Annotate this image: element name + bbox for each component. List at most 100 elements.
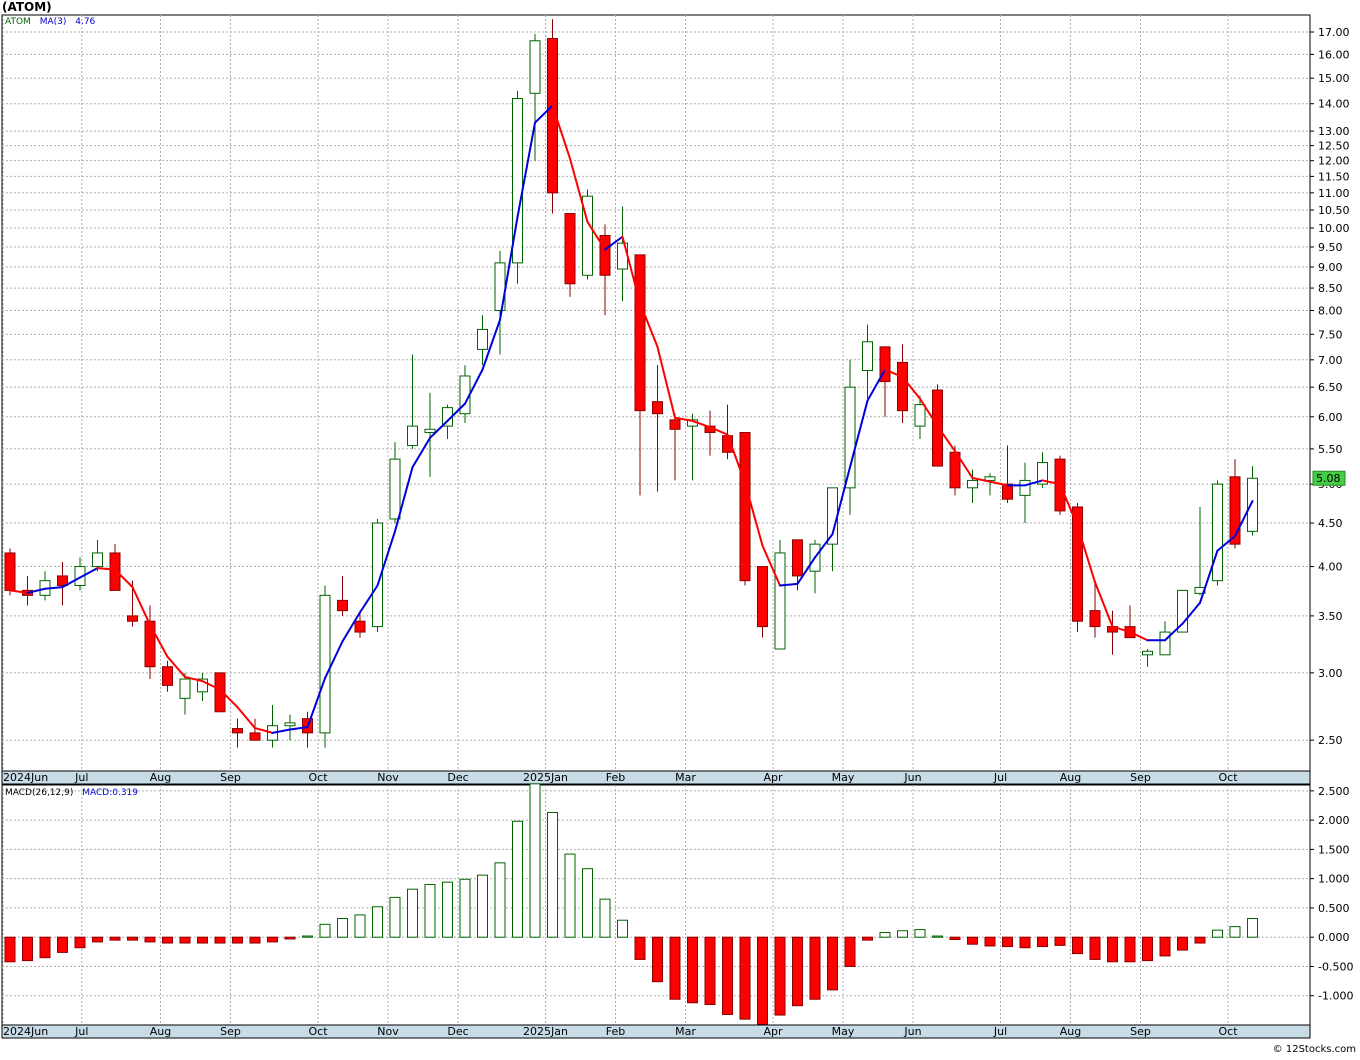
price-ytick-label: 9.00 — [1318, 261, 1343, 274]
month-label: May — [832, 771, 855, 784]
macd-bar-positive — [337, 917, 348, 938]
macd-bar-positive — [512, 820, 523, 938]
macd-bar-negative — [967, 936, 978, 945]
price-ytick-label: 7.00 — [1318, 354, 1343, 367]
macd-bar-negative — [774, 936, 786, 1016]
macd-bar-negative — [232, 936, 243, 944]
price-ytick-label: 10.00 — [1318, 222, 1350, 235]
month-label: Nov — [377, 771, 399, 784]
chart-title: (ATOM) — [2, 0, 52, 14]
candle-down — [932, 389, 943, 467]
candle-up — [407, 425, 418, 447]
candle-down — [652, 401, 663, 415]
candle-down — [897, 361, 908, 412]
month-label: Oct — [308, 771, 328, 784]
candle-up — [984, 476, 996, 481]
candle-up — [1159, 631, 1171, 656]
macd-bar-negative — [1142, 936, 1153, 962]
month-label: Aug — [150, 771, 171, 784]
candle-up — [477, 328, 488, 350]
month-label: Jul — [74, 771, 88, 784]
candle-up — [389, 458, 401, 520]
macd-bar-positive — [372, 906, 383, 938]
macd-ytick-label: 1.000 — [1318, 873, 1350, 886]
month-label: 2024Jun — [3, 771, 48, 784]
candle-up — [1142, 650, 1153, 656]
macd-bar-positive — [354, 914, 366, 938]
price-ytick-label: 6.00 — [1318, 411, 1343, 424]
macd-bar-negative — [249, 936, 261, 944]
macd-bar-positive — [442, 881, 453, 938]
macd-bar-negative — [1054, 936, 1066, 946]
macd-bar-positive — [914, 929, 926, 938]
candle-down — [162, 666, 173, 686]
svg-text:MACD(26,12,9) MACD:0.319: MACD(26,12,9) MACD:0.319 — [5, 788, 138, 798]
macd-bar-positive — [1229, 926, 1241, 938]
last-price-label: 5.08 — [1316, 472, 1341, 485]
legend-indicator: MA(3) — [40, 17, 67, 27]
macd-bar-positive — [389, 896, 401, 938]
macd-bar-negative — [704, 936, 716, 1006]
candle-up — [1247, 477, 1258, 532]
macd-bar-positive — [599, 898, 611, 938]
candle-down — [599, 234, 611, 276]
macd-bar-negative — [949, 936, 961, 941]
macd-bar-positive — [897, 930, 908, 938]
candle-down — [354, 620, 366, 633]
macd-bar-negative — [652, 936, 663, 983]
candle-down — [109, 552, 121, 591]
chart-root: (ATOM) 17.00 16.00 15.00 14.00 13.00 12.50 12.… — [0, 0, 1360, 1056]
candle-down — [669, 419, 681, 430]
month-label: Sep — [1130, 771, 1151, 784]
month-label: Jul — [74, 1025, 88, 1038]
macd-ytick-label: 0.000 — [1318, 931, 1350, 944]
month-label: Apr — [763, 771, 783, 784]
macd-bar-positive — [1247, 918, 1258, 938]
macd-bar-positive — [529, 783, 541, 938]
candle-down — [792, 539, 803, 577]
macd-bar-negative — [827, 936, 838, 991]
candle-down — [564, 213, 576, 285]
macd-bar-negative — [1194, 936, 1206, 944]
macd-ytick-label: 2.000 — [1318, 814, 1350, 827]
macd-bar-negative — [144, 936, 156, 943]
macd-bar-negative — [1159, 936, 1171, 957]
month-label: Sep — [220, 1025, 241, 1038]
price-ytick-label: 13.00 — [1318, 125, 1350, 138]
macd-ytick-label: 2.500 — [1318, 785, 1350, 798]
candle-down — [232, 728, 243, 734]
month-label: Sep — [220, 771, 241, 784]
candle-down — [249, 732, 261, 741]
macd-panel — [1, 784, 1311, 1026]
candle-up — [529, 40, 541, 94]
price-xaxis-band — [1, 770, 1311, 785]
price-ytick-label: 8.50 — [1318, 282, 1343, 295]
macd-bar-negative — [197, 936, 208, 944]
macd-bar-negative — [22, 936, 33, 962]
month-label: Oct — [1218, 771, 1238, 784]
macd-bar-negative — [127, 936, 138, 941]
macd-bar-negative — [862, 936, 873, 941]
candle-up — [424, 428, 436, 433]
candle-up — [774, 552, 786, 650]
macd-bar-negative — [109, 936, 121, 941]
candle-down — [4, 552, 16, 591]
month-label: 2024Jun — [3, 1025, 48, 1038]
macd-bar-negative — [1037, 936, 1048, 948]
month-label: Jun — [903, 1025, 921, 1038]
macd-bar-negative — [92, 936, 103, 943]
macd-bar-negative — [634, 936, 646, 960]
price-ytick-label: 11.50 — [1318, 170, 1350, 183]
month-label: Jun — [903, 771, 921, 784]
candle-down — [757, 566, 768, 628]
month-label: Nov — [377, 1025, 399, 1038]
price-ytick-label: 7.50 — [1318, 328, 1343, 341]
macd-bar-positive — [424, 884, 436, 938]
month-label: Oct — [308, 1025, 328, 1038]
macd-bar-negative — [844, 936, 856, 967]
legend-symbol: ATOM — [5, 17, 31, 27]
macd-bar-negative — [162, 936, 173, 944]
price-ytick-label: 17.00 — [1318, 26, 1350, 39]
candle-up — [862, 341, 873, 372]
price-ytick-label: 12.50 — [1318, 140, 1350, 153]
